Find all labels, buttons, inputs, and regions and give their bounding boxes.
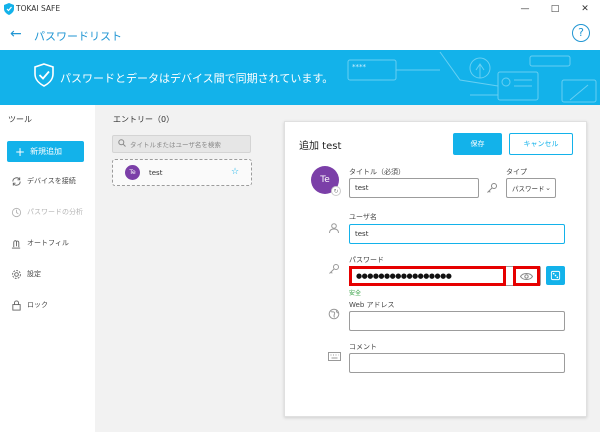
sidebar: ツール + 新規追加 デバイスを接続 パスワードの分析 オートフィル 設定 ロッ… [0, 105, 95, 432]
cancel-button[interactable]: キャンセル [509, 133, 573, 155]
sidebar-item-label: ロック [27, 301, 48, 309]
banner-text: パスワードとデータはデバイス間で同期されています。 [60, 72, 334, 85]
key-icon [327, 262, 341, 276]
sidebar-item-label: デバイスを接続 [27, 177, 76, 185]
comment-field[interactable] [349, 353, 565, 373]
sidebar-item-password-analysis: パスワードの分析 [10, 205, 95, 219]
sync-icon [10, 175, 22, 187]
app-title: TOKAI SAFE [16, 4, 61, 13]
avatar: Te [125, 165, 140, 180]
banner-deco-stars: **** [352, 63, 366, 71]
entry-search-input[interactable]: タイトルまたはユーザ名を検索 [112, 135, 251, 153]
comment-label: コメント [349, 343, 377, 351]
key-icon [485, 181, 499, 195]
lock-icon [10, 299, 22, 311]
keyboard-icon [327, 349, 341, 363]
sync-banner: パスワードとデータはデバイス間で同期されています。 **** [0, 50, 600, 105]
window-titlebar: TOKAI SAFE — □ ✕ [0, 0, 600, 18]
minimize-button[interactable]: — [510, 0, 540, 18]
search-placeholder: タイトルまたはユーザ名を検索 [130, 141, 221, 149]
back-arrow-icon[interactable]: ← [10, 26, 22, 42]
close-button[interactable]: ✕ [570, 0, 600, 18]
password-label: パスワード [349, 256, 384, 264]
help-icon[interactable]: ? [572, 24, 590, 42]
type-label: タイプ [506, 168, 527, 176]
sidebar-item-label: 設定 [27, 270, 41, 278]
title-field[interactable]: test [349, 178, 479, 198]
username-field[interactable]: test [349, 224, 565, 244]
type-value: パスワード [512, 185, 545, 193]
app-logo-icon [4, 3, 14, 15]
username-label: ユーザ名 [349, 213, 377, 221]
entry-name: test [149, 168, 163, 177]
sidebar-item-autofill[interactable]: オートフィル [10, 236, 95, 250]
page-header: ← パスワードリスト ? [0, 18, 600, 50]
sidebar-item-settings[interactable]: 設定 [10, 267, 95, 281]
banner-illustration: **** [330, 50, 600, 105]
shield-check-icon [34, 63, 54, 89]
save-button[interactable]: 保存 [453, 133, 502, 155]
web-address-field[interactable] [349, 311, 565, 331]
generator-icon [550, 270, 561, 281]
type-select[interactable]: パスワード ⌄ [506, 178, 556, 198]
chevron-down-icon: ⌄ [545, 184, 551, 192]
web-address-label: Web アドレス [349, 301, 395, 309]
title-label: タイトル（必須） [349, 168, 405, 176]
show-password-eye-icon[interactable] [513, 266, 540, 286]
sidebar-item-label: オートフィル [27, 239, 69, 247]
autofill-icon [10, 237, 22, 249]
entry-list-pane: エントリー（0） タイトルまたはユーザ名を検索 Te test ☆ [95, 105, 270, 432]
avatar-edit-icon[interactable]: ↻ [331, 186, 341, 196]
sidebar-heading: ツール [8, 115, 32, 124]
sidebar-item-label: パスワードの分析 [27, 208, 83, 216]
analysis-icon [10, 206, 22, 218]
password-field[interactable]: ●●●●●●●●●●●●●●●●● [349, 266, 506, 286]
new-entry-label: 新規追加 [30, 147, 63, 156]
password-strength-label: 安全 [349, 290, 362, 297]
generate-password-button[interactable] [546, 266, 565, 285]
sidebar-item-connect-device[interactable]: デバイスを接続 [10, 174, 95, 188]
panel-title: 追加 test [299, 141, 342, 152]
page-title: パスワードリスト [34, 30, 122, 43]
entries-heading: エントリー（0） [113, 115, 175, 124]
user-icon [327, 221, 341, 235]
plus-icon: + [15, 144, 26, 159]
new-entry-button[interactable]: + 新規追加 [7, 141, 84, 162]
gear-icon [10, 268, 22, 280]
list-item[interactable]: Te test ☆ [112, 159, 252, 186]
entry-editor-panel: 追加 test 保存 キャンセル Te ↻ タイトル（必須） test タイプ … [284, 121, 587, 417]
search-icon [118, 139, 126, 149]
sidebar-item-lock[interactable]: ロック [10, 298, 95, 312]
maximize-button[interactable]: □ [540, 0, 570, 18]
globe-icon [327, 307, 341, 321]
star-icon[interactable]: ☆ [231, 167, 239, 177]
